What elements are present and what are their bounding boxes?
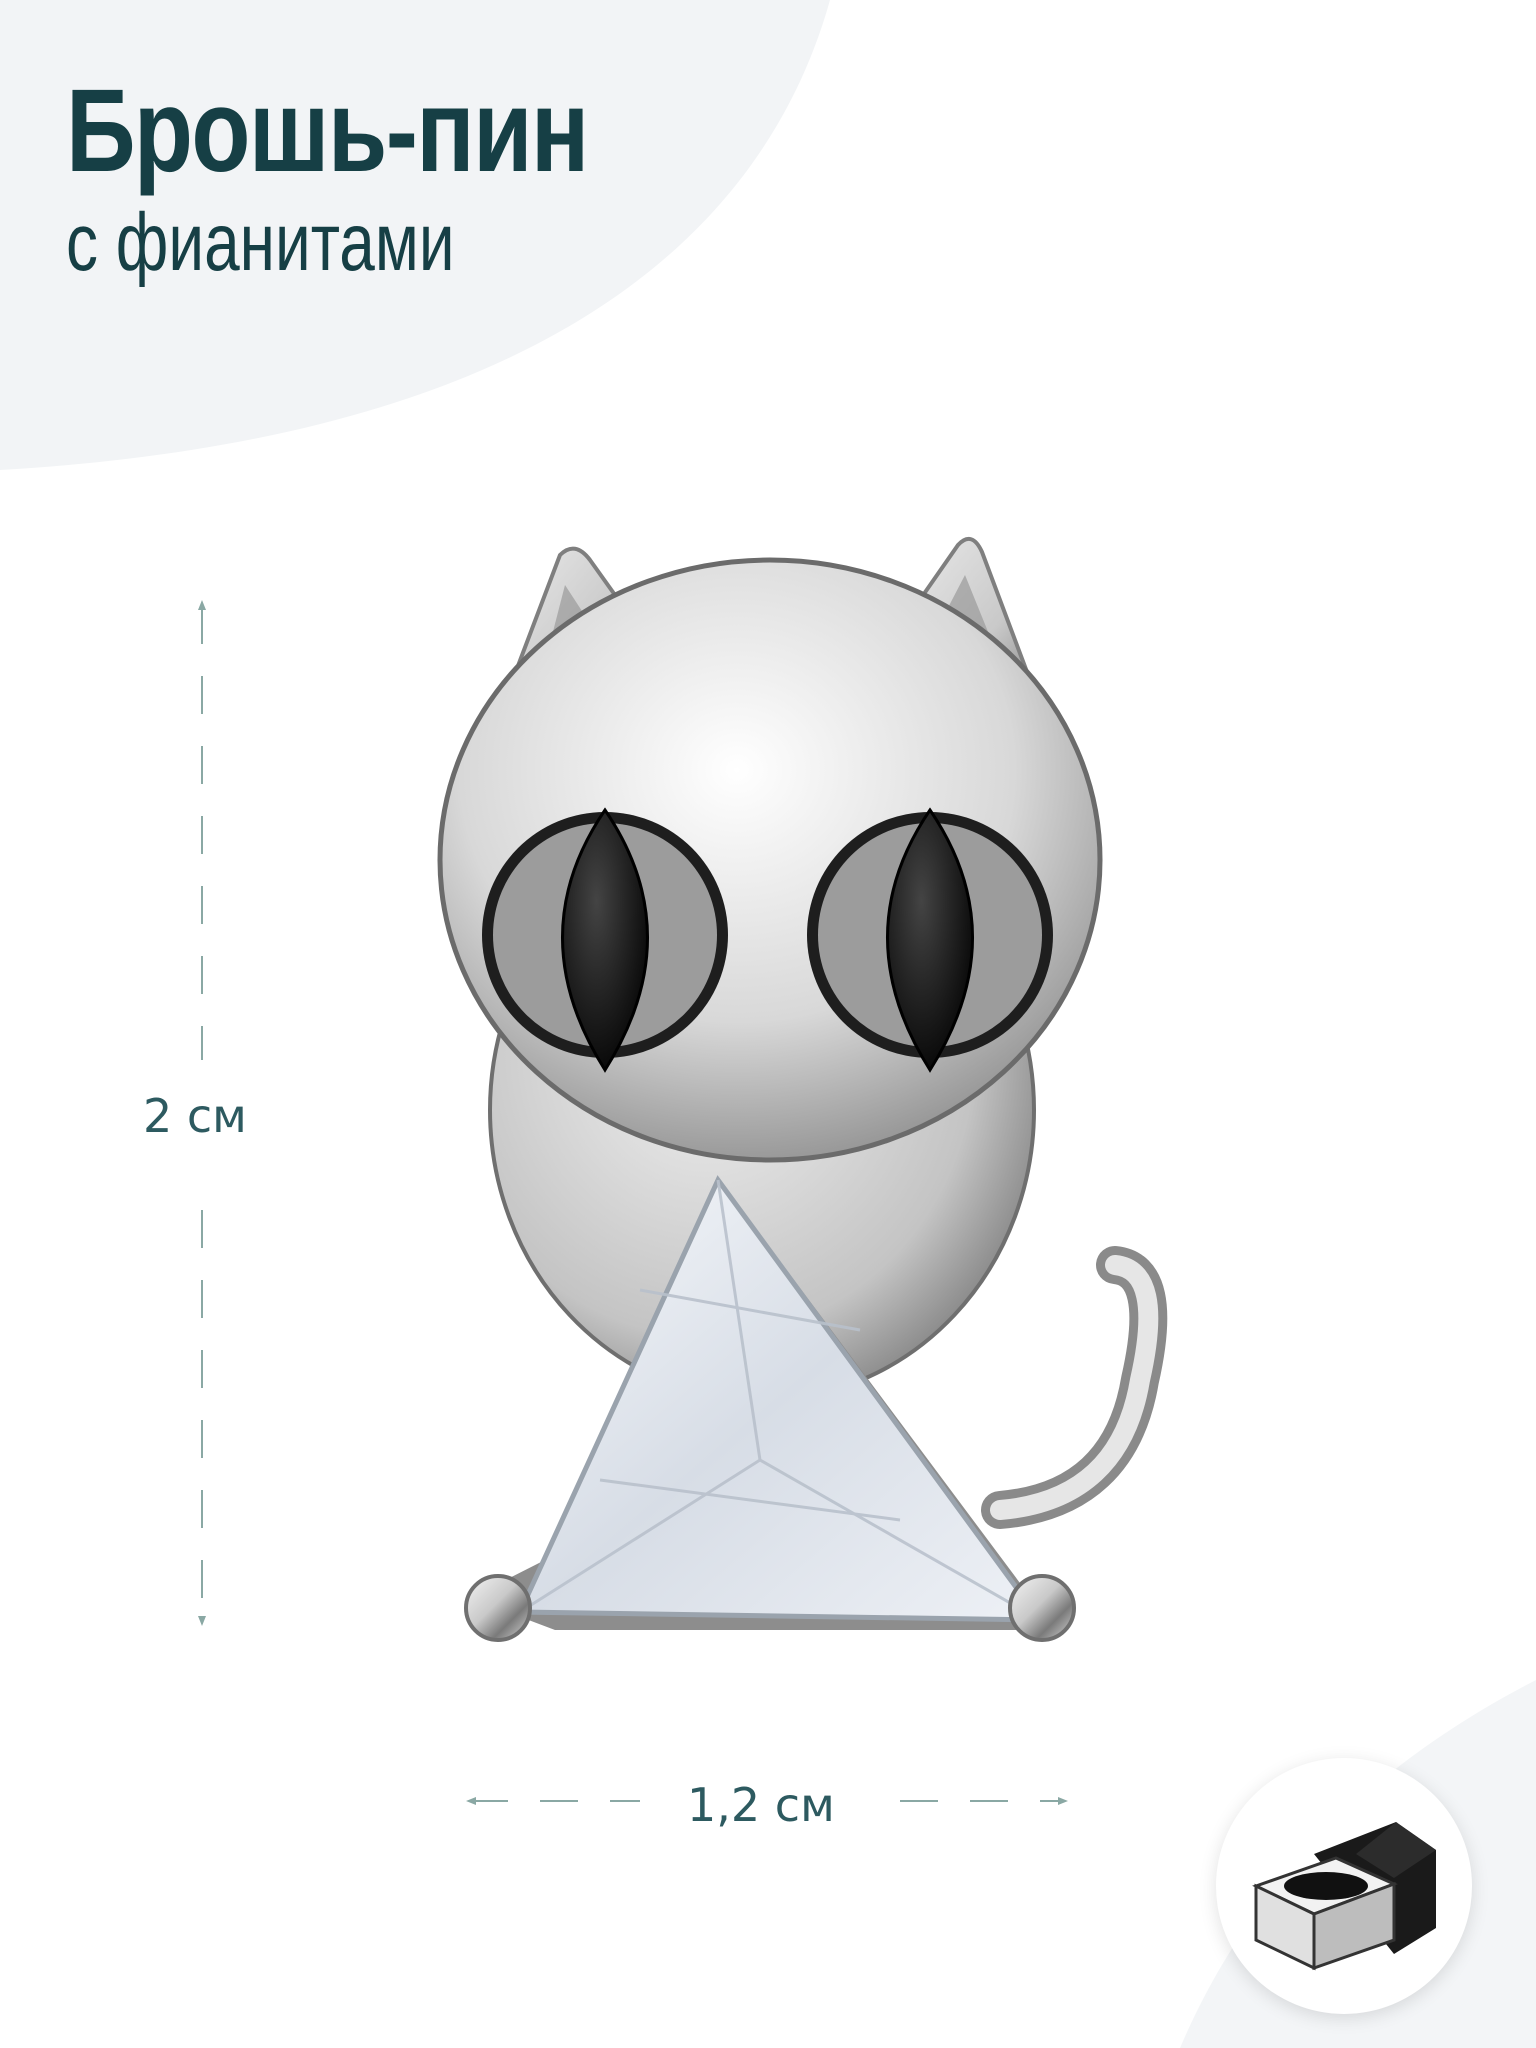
gift-box-icon	[1252, 1822, 1436, 1971]
gift-box-badge	[1216, 1758, 1472, 2014]
cat-brooch-image	[437, 536, 1168, 1642]
